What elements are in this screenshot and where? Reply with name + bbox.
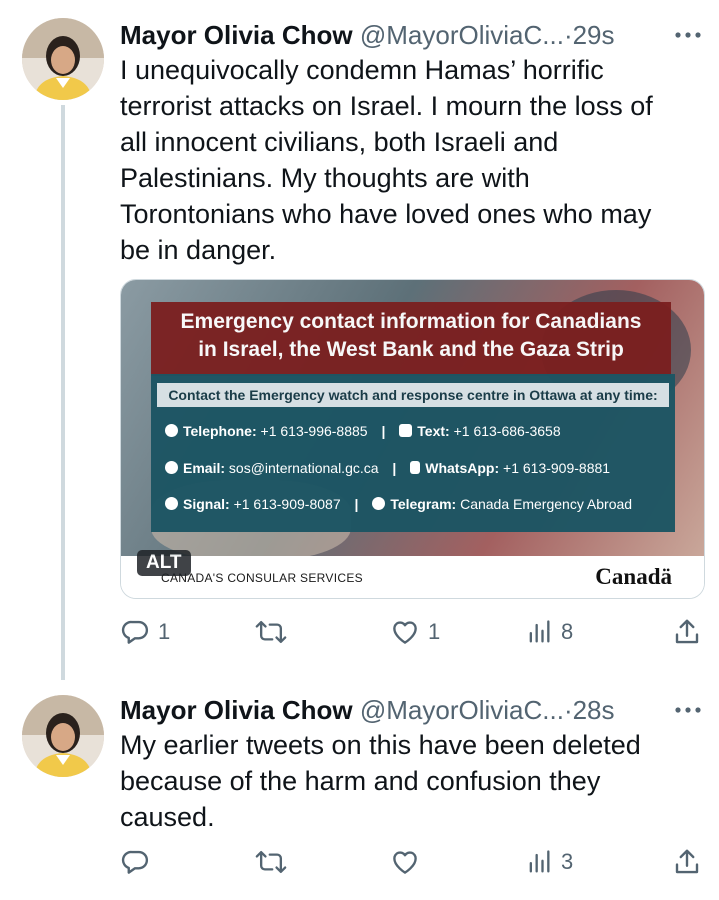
card-title: Emergency contact information for Canadi…	[151, 302, 671, 376]
tweet-text: I unequivocally condemn Hamas’ horrific …	[120, 55, 653, 265]
heart-icon	[393, 851, 417, 874]
telegram-label: Telegram:	[390, 496, 457, 512]
views-button[interactable]: 8	[525, 615, 573, 649]
view-count: 8	[561, 619, 574, 644]
signal-label: Signal:	[183, 496, 230, 512]
thread-line	[61, 105, 65, 680]
signal-icon	[165, 497, 178, 510]
chat-icon	[399, 424, 413, 437]
view-count: 3	[561, 849, 574, 874]
tweet-1[interactable]: Mayor Olivia Chow @MayorOliviaC...·29s I…	[0, 15, 719, 680]
separator: |	[392, 460, 397, 476]
email-icon	[165, 461, 178, 474]
reply-bubble-icon	[121, 620, 148, 644]
email-value: sos@international.gc.ca	[228, 460, 379, 476]
telephone-value: +1 613-996-8885	[260, 423, 368, 439]
telephone-label: Telephone:	[183, 423, 257, 439]
heart-icon	[393, 621, 417, 644]
telegram-value: Canada Emergency Abroad	[460, 496, 633, 512]
reply-bubble-icon	[121, 850, 148, 874]
timestamp[interactable]: ·29s	[564, 20, 615, 50]
consular-services-label: CANADA'S CONSULAR SERVICES	[161, 571, 363, 585]
signal-value: +1 613-909-8087	[233, 496, 341, 512]
whatsapp-value: +1 613-909-8881	[503, 460, 611, 476]
canada-wordmark: Canadä	[595, 564, 672, 589]
tweet-actions: 3	[120, 845, 710, 879]
share-button[interactable]	[672, 615, 702, 649]
tweet-2[interactable]: Mayor Olivia Chow @MayorOliviaC...·28s M…	[0, 690, 719, 900]
user-handle[interactable]: @MayorOliviaC...	[360, 695, 564, 725]
avatar[interactable]	[22, 18, 104, 100]
text-label: Text:	[417, 423, 450, 439]
tweet-actions: 1 1 8	[120, 615, 710, 649]
retweet-icon	[255, 620, 287, 644]
text-value: +1 613-686-3658	[453, 423, 561, 439]
avatar-photo	[22, 695, 104, 777]
more-dots-icon[interactable]	[674, 27, 702, 45]
media-card[interactable]: Emergency contact information for Canadi…	[120, 279, 705, 599]
views-button[interactable]: 3	[525, 845, 573, 879]
tweet-header: Mayor Olivia Chow @MayorOliviaC...·29s	[120, 15, 615, 55]
alt-text-badge[interactable]: ALT	[137, 550, 191, 576]
phone-icon	[165, 424, 178, 437]
like-count: 1	[428, 619, 441, 644]
avatar-photo	[22, 18, 104, 100]
retweet-icon	[255, 850, 287, 874]
share-button[interactable]	[672, 845, 702, 879]
contact-row-2: Email: sos@international.gc.ca | WhatsAp…	[165, 458, 610, 478]
separator: |	[354, 496, 359, 512]
tweet-text: My earlier tweets on this have been dele…	[120, 730, 641, 832]
timestamp[interactable]: ·28s	[564, 695, 615, 725]
whatsapp-icon	[410, 461, 421, 474]
card-title-line-2: in Israel, the West Bank and the Gaza St…	[198, 338, 624, 361]
reply-count: 1	[158, 619, 171, 644]
card-subtitle: Contact the Emergency watch and response…	[157, 383, 669, 407]
reply-button[interactable]: 1	[120, 615, 170, 649]
avatar[interactable]	[22, 695, 104, 777]
more-dots-icon[interactable]	[674, 702, 702, 720]
share-upload-icon	[675, 619, 699, 644]
card-title-line-1: Emergency contact information for Canadi…	[180, 310, 642, 333]
bar-chart-icon	[529, 620, 550, 643]
bar-chart-icon	[529, 850, 550, 873]
tweet-header: Mayor Olivia Chow @MayorOliviaC...·28s	[120, 690, 615, 730]
display-name[interactable]: Mayor Olivia Chow	[120, 20, 353, 50]
retweet-button[interactable]	[255, 845, 287, 879]
reply-button[interactable]	[120, 845, 150, 879]
card-footer: CANADA'S CONSULAR SERVICES Canadä	[121, 556, 704, 598]
contact-row-3: Signal: +1 613-909-8087 | Telegram: Cana…	[165, 494, 632, 514]
separator: |	[381, 423, 386, 439]
like-button[interactable]: 1	[390, 615, 440, 649]
retweet-button[interactable]	[255, 615, 287, 649]
contact-row-1: Telephone: +1 613-996-8885 | Text: +1 61…	[165, 421, 561, 441]
display-name[interactable]: Mayor Olivia Chow	[120, 695, 353, 725]
user-handle[interactable]: @MayorOliviaC...	[360, 20, 564, 50]
email-label: Email:	[183, 460, 226, 476]
like-button[interactable]	[390, 845, 420, 879]
telegram-icon	[372, 497, 386, 510]
share-upload-icon	[675, 849, 699, 874]
whatsapp-label: WhatsApp:	[425, 460, 500, 476]
